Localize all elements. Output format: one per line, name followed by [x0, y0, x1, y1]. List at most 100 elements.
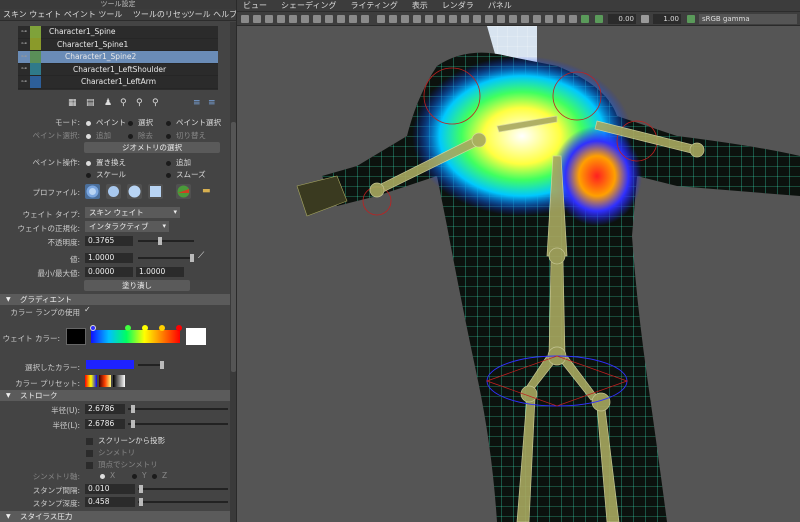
- exposure-icon[interactable]: [595, 15, 603, 23]
- wireframe-icon[interactable]: [377, 15, 385, 23]
- ramp-marker[interactable]: [159, 325, 165, 331]
- grid-icon[interactable]: [289, 15, 297, 23]
- influence-color-swatch[interactable]: [30, 63, 41, 76]
- menu-shading[interactable]: シェーディング: [281, 0, 336, 11]
- stamp-depth-slider[interactable]: [138, 498, 228, 506]
- paint-smooth-radio[interactable]: スムーズ: [166, 169, 206, 180]
- bookmark-icon[interactable]: [265, 15, 273, 23]
- reset-tool-button[interactable]: ツールのリセット: [133, 9, 187, 20]
- selected-color-swatch[interactable]: [86, 360, 134, 369]
- color-space-select[interactable]: sRGB gamma: [699, 14, 797, 24]
- selected-color-slider[interactable]: [138, 361, 164, 369]
- ramp-marker[interactable]: [90, 325, 96, 331]
- panel-scrollbar[interactable]: [230, 22, 236, 522]
- resolution-gate-icon[interactable]: [313, 15, 321, 23]
- opacity-field[interactable]: 0.3765: [85, 236, 133, 246]
- mode-select-radio[interactable]: 選択: [128, 117, 153, 128]
- tree-view-icon[interactable]: ≡: [208, 98, 216, 108]
- select-verts-icon[interactable]: ⚲: [152, 98, 159, 108]
- influence-list[interactable]: ⊶ Character1_Spine ⊶ Character1_Spine1 ⊶…: [18, 26, 218, 90]
- ramp-marker[interactable]: [176, 325, 182, 331]
- min-value-field[interactable]: 0.0000: [85, 267, 133, 277]
- gamma-field[interactable]: 1.00: [653, 14, 681, 24]
- ramp-black-swatch[interactable]: [66, 328, 86, 345]
- selected-color-knob[interactable]: [160, 361, 164, 369]
- influence-row[interactable]: ⊶ Character1_Spine: [18, 26, 218, 39]
- ramp-marker[interactable]: [125, 325, 131, 331]
- opacity-slider-knob[interactable]: [158, 237, 162, 245]
- paint-scale-radio[interactable]: スケール: [86, 169, 126, 180]
- gamma-icon[interactable]: [641, 15, 649, 23]
- radius-l-field[interactable]: 2.6786: [85, 419, 125, 429]
- preset-rainbow-icon[interactable]: [85, 375, 97, 387]
- opacity-slider[interactable]: [138, 237, 194, 245]
- camera-icon[interactable]: [241, 15, 249, 23]
- influence-color-swatch[interactable]: [30, 50, 41, 63]
- lock-icon[interactable]: ⊶: [18, 76, 30, 88]
- sort-icon[interactable]: ▦: [68, 98, 77, 108]
- smooth-shade-icon[interactable]: [389, 15, 397, 23]
- color-management-icon[interactable]: [687, 15, 695, 23]
- menu-panels[interactable]: パネル: [488, 0, 512, 11]
- value-slider-knob[interactable]: [190, 254, 194, 262]
- ambient-occlusion-icon[interactable]: [449, 15, 457, 23]
- value-field[interactable]: 1.0000: [85, 253, 133, 263]
- xray-active-icon[interactable]: [533, 15, 541, 23]
- sort-hierarchy-icon[interactable]: ▤: [86, 98, 95, 108]
- value-slider[interactable]: [138, 254, 194, 262]
- camera-settings-icon[interactable]: [557, 15, 565, 23]
- profile-image-icon[interactable]: [176, 184, 191, 199]
- scrollbar-thumb[interactable]: [231, 122, 236, 372]
- paint-add-radio[interactable]: 追加: [166, 157, 191, 168]
- image-plane-icon[interactable]: [277, 15, 285, 23]
- lock-icon[interactable]: ⊶: [18, 38, 30, 50]
- stylus-section-header[interactable]: スタイラス圧力: [0, 511, 230, 522]
- folder-icon[interactable]: ▬: [202, 186, 211, 196]
- use-color-ramp-checkbox[interactable]: ✓: [84, 305, 91, 314]
- influence-row[interactable]: ⊶ Character1_LeftArm: [18, 75, 218, 89]
- influence-color-swatch[interactable]: [30, 26, 41, 38]
- profile-square-icon[interactable]: [148, 184, 163, 199]
- profile-solid-icon[interactable]: [127, 184, 142, 199]
- color-ramp[interactable]: [91, 330, 180, 343]
- wireframe-on-shaded-icon[interactable]: [401, 15, 409, 23]
- safe-title-icon[interactable]: [361, 15, 369, 23]
- stroke-section-header[interactable]: ストローク: [0, 390, 230, 401]
- radius-l-knob[interactable]: [131, 420, 135, 428]
- flood-button[interactable]: 塗り潰し: [84, 280, 190, 291]
- gate-mask-icon[interactable]: [325, 15, 333, 23]
- influence-row[interactable]: ⊶ Character1_LeftShoulder: [18, 63, 218, 76]
- flat-list-icon[interactable]: ♟: [104, 98, 112, 108]
- max-value-field[interactable]: 1.0000: [136, 267, 184, 277]
- menu-renderer[interactable]: レンダラ: [442, 0, 474, 11]
- influence-row[interactable]: ⊶ Character1_Spine1: [18, 38, 218, 51]
- influence-color-swatch[interactable]: [30, 38, 41, 51]
- influence-row-selected[interactable]: ⊶ Character1_Spine2: [18, 50, 218, 64]
- preset-grayscale-icon[interactable]: [113, 375, 125, 387]
- hud-icon[interactable]: [545, 15, 553, 23]
- influence-color-swatch[interactable]: [30, 75, 41, 88]
- anti-alias-icon[interactable]: [473, 15, 481, 23]
- tool-help-button[interactable]: ツール ヘルプ: [187, 9, 236, 20]
- gradient-section-header[interactable]: グラディエント: [0, 294, 230, 305]
- lights-icon[interactable]: [425, 15, 433, 23]
- menu-lighting[interactable]: ライティング: [350, 0, 397, 11]
- weight-type-select[interactable]: スキン ウェイト: [85, 207, 180, 218]
- ramp-white-swatch[interactable]: [186, 328, 206, 345]
- paste-weight-icon[interactable]: ⚲: [136, 98, 143, 108]
- normalize-select[interactable]: インタラクティブ: [85, 221, 169, 232]
- film-gate-icon[interactable]: [301, 15, 309, 23]
- radius-u-knob[interactable]: [131, 405, 135, 413]
- textured-icon[interactable]: [413, 15, 421, 23]
- select-geometry-button[interactable]: ジオメトリの選択: [84, 142, 220, 153]
- eyedropper-icon[interactable]: ⟋: [198, 251, 204, 261]
- mode-paint-select-radio[interactable]: ペイント選択: [166, 117, 221, 128]
- stamp-spacing-slider[interactable]: [138, 485, 228, 493]
- isolate-icon[interactable]: [497, 15, 505, 23]
- stamp-spacing-knob[interactable]: [139, 485, 143, 493]
- profile-gaussian-icon[interactable]: [85, 184, 100, 199]
- exposure-field[interactable]: 0.00: [608, 14, 636, 24]
- paint-replace-radio[interactable]: 置き換え: [86, 157, 126, 168]
- copy-weight-icon[interactable]: ⚲: [120, 98, 127, 108]
- display-icon[interactable]: [569, 15, 577, 23]
